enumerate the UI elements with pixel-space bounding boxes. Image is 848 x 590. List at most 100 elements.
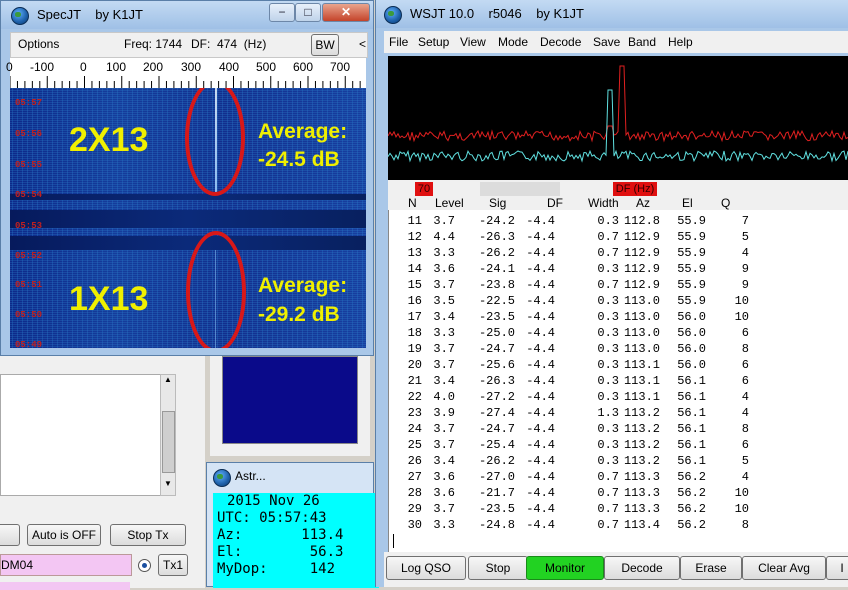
menu-mode[interactable]: Mode bbox=[498, 35, 528, 49]
globe-icon bbox=[11, 7, 29, 25]
menu-band[interactable]: Band bbox=[628, 35, 656, 49]
menu-save[interactable]: Save bbox=[593, 35, 620, 49]
mode-annotation-bottom: 1X13 bbox=[69, 280, 149, 318]
monitor-button[interactable]: Monitor bbox=[526, 556, 604, 580]
scroll-up-arrow[interactable]: ▲ bbox=[161, 375, 175, 389]
time-label: 05:55 bbox=[15, 160, 43, 170]
stop-tx-button[interactable]: Stop Tx bbox=[110, 524, 186, 546]
partial-button[interactable]: I bbox=[826, 556, 848, 580]
waterfall-band bbox=[10, 210, 366, 228]
table-cell: 113.3 bbox=[623, 502, 660, 516]
table-cell: 10 bbox=[734, 486, 749, 500]
table-cell: 3.5 bbox=[433, 294, 455, 308]
call-field-value: DM04 bbox=[1, 558, 34, 572]
ruler-label-3: 100 bbox=[106, 60, 127, 74]
options-menu[interactable]: Options bbox=[18, 37, 59, 51]
table-cell: 3.9 bbox=[433, 406, 455, 420]
table-cell: 56.0 bbox=[677, 326, 706, 340]
astro-el: El: 56.3 bbox=[217, 544, 344, 560]
table-cell: -4.4 bbox=[526, 358, 555, 372]
ruler-label-5: 300 bbox=[181, 60, 202, 74]
globe-icon bbox=[384, 6, 402, 24]
time-label: 05:50 bbox=[15, 310, 43, 320]
table-row: 15 3.7 -23.8 -4.4 0.7 112.9 55.9 9 bbox=[389, 278, 848, 294]
table-cell: -4.4 bbox=[526, 390, 555, 404]
display-panel bbox=[210, 356, 370, 456]
table-cell: 3.7 bbox=[433, 214, 455, 228]
text-cursor bbox=[393, 534, 394, 548]
badge-df: DF (Hz) bbox=[613, 182, 657, 196]
table-cell: -4.4 bbox=[526, 502, 555, 516]
average-label-top: Average: bbox=[258, 120, 348, 143]
left-partial-button[interactable] bbox=[0, 524, 20, 546]
log-qso-button[interactable]: Log QSO bbox=[386, 556, 466, 580]
erase-button[interactable]: Erase bbox=[680, 556, 742, 580]
clear-avg-button[interactable]: Clear Avg bbox=[742, 556, 826, 580]
table-cell: 8 bbox=[741, 342, 749, 356]
blue-display bbox=[222, 356, 358, 444]
table-cell: 3.6 bbox=[433, 486, 455, 500]
wsjt-titlebar[interactable]: WSJT 10.0 r5046 by K1JT bbox=[376, 0, 848, 28]
minimize-button[interactable]: − bbox=[269, 3, 295, 22]
table-cell: -4.4 bbox=[526, 294, 555, 308]
table-cell: 56.0 bbox=[677, 310, 706, 324]
menu-help[interactable]: Help bbox=[668, 35, 693, 49]
scrollbar[interactable]: ▲ ▼ bbox=[160, 374, 176, 496]
gray-field bbox=[480, 182, 560, 196]
table-cell: -4.4 bbox=[526, 486, 555, 500]
col-sig: Sig bbox=[489, 196, 507, 210]
menu-bar: File Setup View Mode Decode Save Band He… bbox=[384, 31, 848, 53]
spectrum-svg bbox=[387, 65, 848, 163]
table-cell: -4.4 bbox=[526, 310, 555, 324]
table-cell: 55.9 bbox=[677, 262, 706, 276]
table-cell: 56.1 bbox=[677, 374, 706, 388]
red-trace bbox=[387, 65, 848, 143]
menu-decode[interactable]: Decode bbox=[540, 35, 581, 49]
menu-setup[interactable]: Setup bbox=[418, 35, 449, 49]
menu-view[interactable]: View bbox=[460, 35, 486, 49]
table-cell: 4 bbox=[741, 246, 749, 260]
table-header: 70 DF (Hz) N Level Sig DF Width Az El Q bbox=[388, 180, 848, 210]
menu-file[interactable]: File bbox=[389, 35, 408, 49]
decode-button[interactable]: Decode bbox=[604, 556, 680, 580]
ruler-label-1: -100 bbox=[30, 60, 55, 74]
table-cell: 113.0 bbox=[623, 294, 660, 308]
tx1-radio[interactable] bbox=[138, 559, 151, 572]
call-field[interactable]: DM04 bbox=[0, 554, 132, 576]
table-cell: 113.0 bbox=[623, 326, 660, 340]
table-cell: 3.3 bbox=[433, 518, 455, 532]
maximize-button[interactable]: □ bbox=[295, 3, 321, 22]
table-cell: -4.4 bbox=[526, 470, 555, 484]
table-row: 16 3.5 -22.5 -4.4 0.3 113.0 55.9 10 bbox=[389, 294, 848, 310]
waterfall-block-mid2 bbox=[10, 228, 366, 236]
scroll-down-arrow[interactable]: ▼ bbox=[161, 479, 175, 493]
table-cell: 6 bbox=[741, 326, 749, 340]
table-cell: -4.4 bbox=[526, 342, 555, 356]
stop-button[interactable]: Stop bbox=[468, 556, 528, 580]
decode-table[interactable]: 11 3.7 -24.2 -4.4 0.3 112.8 55.9 7 12 4.4 -26.3 -4.… bbox=[388, 210, 848, 552]
table-cell: -4.4 bbox=[526, 454, 555, 468]
arrow-button[interactable]: < bbox=[359, 37, 366, 51]
table-cell: 7 bbox=[741, 214, 749, 228]
table-cell: 3.4 bbox=[433, 374, 455, 388]
table-cell: 113.0 bbox=[623, 342, 660, 356]
scroll-thumb[interactable] bbox=[162, 411, 175, 473]
table-cell: 3.7 bbox=[433, 278, 455, 292]
table-cell: 56.1 bbox=[677, 390, 706, 404]
astro-window: Astr... 2015 Nov 26 UTC: 05:57:43 Az: 11… bbox=[206, 462, 379, 588]
bw-button[interactable]: BW bbox=[311, 34, 339, 56]
table-cell: 3.7 bbox=[433, 502, 455, 516]
table-cell: 112.9 bbox=[623, 246, 660, 260]
tx1-button[interactable]: Tx1 bbox=[158, 554, 188, 576]
specjt-titlebar[interactable]: SpecJT by K1JT − □ ✕ bbox=[1, 1, 373, 29]
table-cell: 9 bbox=[741, 278, 749, 292]
highlight-circle-bottom bbox=[186, 231, 246, 348]
table-cell: -4.4 bbox=[526, 438, 555, 452]
table-cell: 112.9 bbox=[623, 262, 660, 276]
waterfall-display[interactable]: 05:57 05:56 05:55 05:54 05:53 05:52 05:5… bbox=[10, 88, 366, 348]
close-button[interactable]: ✕ bbox=[322, 3, 370, 22]
table-cell: 112.9 bbox=[623, 278, 660, 292]
table-cell: 55.9 bbox=[677, 230, 706, 244]
pink-field-2[interactable] bbox=[0, 582, 130, 590]
auto-off-button[interactable]: Auto is OFF bbox=[27, 524, 101, 546]
